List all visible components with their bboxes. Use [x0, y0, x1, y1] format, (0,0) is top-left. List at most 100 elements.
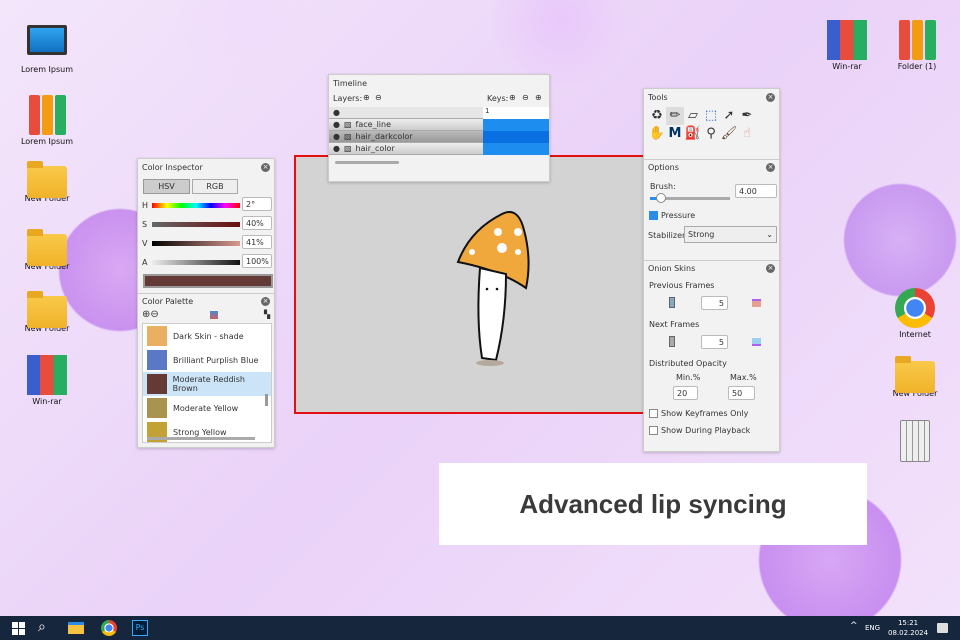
palette-view-icon[interactable] — [210, 311, 218, 319]
current-color-swatch — [143, 274, 273, 288]
next-color-icon[interactable] — [752, 338, 761, 346]
previous-frames-toggle-icon[interactable] — [669, 297, 675, 308]
desktop-icon-binders[interactable]: Lorem Ipsum — [12, 95, 82, 146]
desktop-icon-computer[interactable]: Lorem Ipsum — [12, 25, 82, 74]
pen-tool-icon[interactable]: ✒ — [738, 107, 756, 125]
show-hidden-icons-button[interactable]: ^ — [850, 621, 858, 631]
pressure-checkbox[interactable]: Pressure — [649, 211, 695, 220]
palette-item[interactable]: Moderate Yellow — [143, 396, 271, 420]
language-indicator[interactable]: ENG — [865, 624, 880, 632]
tab-rgb[interactable]: RGB — [192, 179, 238, 194]
desktop-icon-folder[interactable]: New Folder — [12, 160, 82, 203]
add-key-button[interactable]: ⊕ — [509, 93, 516, 102]
smudge-tool-icon[interactable]: M — [666, 125, 684, 143]
layer-row[interactable]: ● ▧ hair_darkcolor — [329, 131, 483, 143]
saturation-slider[interactable] — [152, 222, 240, 227]
brush-tool-icon[interactable]: 🖌 — [720, 125, 738, 143]
v-value[interactable]: 41% — [242, 235, 272, 249]
close-icon[interactable]: × — [261, 162, 270, 172]
value-slider[interactable] — [152, 241, 240, 246]
next-frames-toggle-icon[interactable] — [669, 336, 675, 347]
desktop-icon-folder[interactable]: New Folder — [880, 355, 950, 398]
color-swatch — [147, 374, 167, 394]
chrome-taskbar-icon[interactable] — [101, 620, 117, 636]
polyline-tool-icon[interactable]: ☝ — [738, 125, 756, 143]
pencil-tool-icon[interactable]: ✏ — [666, 107, 684, 125]
palette-item[interactable]: Moderate Reddish Brown — [143, 372, 271, 396]
label: Folder (1) — [897, 62, 937, 71]
drawing-canvas[interactable] — [294, 155, 648, 414]
duplicate-key-button[interactable]: ⊕ — [535, 93, 542, 102]
time: 15:21 — [897, 619, 919, 627]
desktop-icon-chrome[interactable]: Internet — [880, 288, 950, 339]
next-frames-input[interactable]: 5 — [701, 335, 728, 349]
clear-tool-icon[interactable]: ♻ — [648, 107, 666, 125]
desktop-icon-winrar[interactable]: Win-rar — [812, 20, 882, 71]
keyframe-track[interactable] — [483, 119, 549, 131]
close-icon[interactable]: × — [766, 264, 775, 273]
winrar-icon — [827, 20, 867, 60]
desktop-icon-binders[interactable]: Folder (1) — [882, 20, 952, 71]
horizontal-scrollbar[interactable] — [335, 161, 399, 164]
desktop-icon-folder[interactable]: New Folder — [12, 290, 82, 333]
previous-frames-label: Previous Frames — [649, 281, 715, 290]
keyframe-track[interactable] — [483, 131, 549, 143]
notification-icon[interactable] — [937, 623, 948, 633]
desktop-icon-winrar[interactable]: Win-rar — [12, 355, 82, 406]
close-icon[interactable]: × — [261, 297, 270, 306]
previous-frames-input[interactable]: 5 — [701, 296, 728, 310]
brush-size-input[interactable]: 4.00 — [735, 184, 777, 198]
eraser-tool-icon[interactable]: ▱ — [684, 107, 702, 125]
horizontal-scrollbar[interactable] — [147, 437, 255, 440]
distributed-opacity-label: Distributed Opacity — [649, 359, 727, 368]
clock[interactable]: 15:21 08.02.2024 — [888, 618, 928, 638]
brush-label: Brush: — [650, 182, 676, 191]
bucket-tool-icon[interactable]: ⛽ — [684, 125, 702, 143]
h-value[interactable]: 2° — [242, 197, 272, 211]
label: Lorem Ipsum — [20, 65, 74, 74]
select-tool-icon[interactable]: ⬚ — [702, 107, 720, 125]
alpha-slider[interactable] — [152, 260, 240, 265]
photoshop-icon[interactable]: Ps — [132, 620, 148, 636]
a-value[interactable]: 100% — [242, 254, 272, 268]
remove-key-button[interactable]: ⊖ — [522, 93, 529, 102]
binders-icon — [897, 20, 937, 60]
layer-row[interactable]: ● ▧ face_line — [329, 119, 483, 131]
close-icon[interactable]: × — [766, 163, 775, 172]
move-tool-icon[interactable]: ➚ — [720, 107, 738, 125]
vertical-scrollbar[interactable] — [265, 394, 268, 406]
brush-size-slider[interactable] — [650, 193, 730, 203]
keyframe-track[interactable] — [483, 143, 549, 155]
search-icon[interactable]: ⌕ — [38, 619, 46, 635]
max-opacity-input[interactable]: 50 — [728, 386, 755, 400]
show-keyframes-only-checkbox[interactable]: Show Keyframes Only — [649, 409, 748, 418]
tab-hsv[interactable]: HSV — [143, 179, 190, 194]
eyedropper-tool-icon[interactable]: ⚲ — [702, 125, 720, 143]
checkbox-label: Show Keyframes Only — [661, 409, 749, 418]
start-button[interactable] — [12, 622, 25, 635]
label: Win-rar — [32, 397, 62, 406]
palette-item[interactable]: Dark Skin - shade — [143, 324, 271, 348]
palette-item[interactable]: Brilliant Purplish Blue — [143, 348, 271, 372]
remove-layer-button[interactable]: ⊖ — [375, 93, 382, 102]
stabilizer-dropdown[interactable]: Strong ⌄ — [684, 226, 777, 243]
min-opacity-input[interactable]: 20 — [673, 386, 698, 400]
previous-color-icon[interactable] — [752, 299, 761, 307]
desktop-icon-folder[interactable]: New Folder — [12, 228, 82, 271]
layer-row[interactable]: ● ▧ hair_color — [329, 143, 483, 155]
close-icon[interactable]: × — [766, 92, 775, 102]
show-during-playback-checkbox[interactable]: Show During Playback — [649, 426, 750, 435]
recycle-bin-icon[interactable] — [880, 420, 950, 464]
keys-label: Keys: — [487, 94, 509, 103]
add-layer-button[interactable]: ⊕ — [363, 93, 370, 102]
hue-slider[interactable] — [152, 203, 240, 208]
palette-menu-icon[interactable]: ▚ — [264, 310, 270, 319]
hand-tool-icon[interactable]: ✋ — [648, 125, 666, 143]
remove-color-button[interactable]: ⊖ — [150, 309, 158, 320]
s-value[interactable]: 40% — [242, 216, 272, 230]
file-explorer-icon[interactable] — [68, 622, 84, 634]
next-frames-label: Next Frames — [649, 320, 700, 329]
v-label: V — [142, 239, 148, 248]
folder-icon — [27, 161, 67, 198]
panel-title: Onion Skins — [648, 264, 696, 273]
